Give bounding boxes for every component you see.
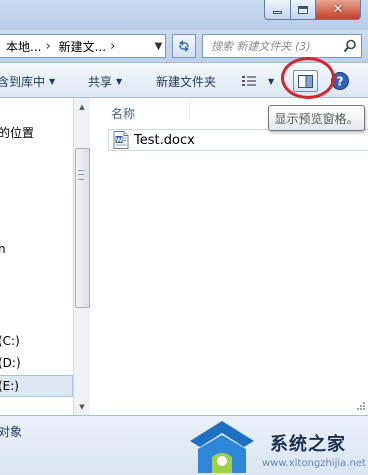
refresh-icon [179,40,189,52]
search-placeholder: 搜索 新建文件夹 (3) [211,40,311,53]
column-divider[interactable] [189,102,190,120]
grip-icon [78,170,84,180]
search-input[interactable]: 搜索 新建文件夹 (3) [202,34,362,58]
address-bar[interactable]: 本地... › 新建文... › ▼ [0,34,166,58]
title-bar: ✕ [0,0,368,30]
change-view-button[interactable]: ▼ [242,63,274,99]
include-in-library-button[interactable]: 含到库中 ▼ [0,63,55,99]
nav-item-drive-c[interactable]: (C:) [0,334,20,348]
watermark-url: www.xitongzhijia.net [262,458,366,469]
preview-pane-button[interactable] [293,70,318,92]
column-header-name[interactable]: 名称 [111,105,135,122]
view-list-icon [242,76,256,86]
new-folder-label: 新建文件夹 [156,74,217,89]
include-in-library-label: 含到库中 [0,74,46,89]
address-row: 本地... › 新建文... › ▼ 搜索 新建文件夹 (3) [0,30,368,62]
share-label: 共享 [88,74,113,89]
maximize-icon [298,5,308,14]
scroll-up-icon[interactable]: ▲ [74,98,90,115]
help-icon: ? [331,72,349,90]
chevron-down-icon: ▼ [116,76,123,86]
resize-grip-icon[interactable] [354,401,366,413]
nav-item-drive-e[interactable]: (E:) [0,379,19,393]
new-folder-button[interactable]: 新建文件夹 [156,63,216,99]
magnifier-icon [343,39,356,53]
item-count-text: 对象 [0,425,23,439]
svg-text:W: W [116,137,123,144]
command-toolbar: 含到库中 ▼ 共享 ▼ 新建文件夹 ▼ ? [0,62,368,98]
minimize-icon [273,10,282,14]
file-list: 名称 W Test.docx [91,98,368,415]
breadcrumb-local-disk[interactable]: 本地... [0,38,43,55]
search-icon[interactable] [341,37,359,55]
close-button[interactable]: ✕ [315,0,361,20]
help-button[interactable]: ? [330,71,350,91]
breadcrumb-new-folder[interactable]: 新建文... [53,38,108,55]
svg-text:?: ? [337,75,344,89]
breadcrumb-separator-icon[interactable]: › [43,39,52,54]
nav-scrollbar[interactable]: ▲ ▼ [73,98,90,415]
preview-pane-icon [298,74,313,88]
share-button[interactable]: 共享 ▼ [88,63,122,99]
address-dropdown-icon[interactable]: ▼ [151,35,166,57]
chevron-down-icon[interactable]: ▼ [268,77,274,86]
minimize-button[interactable] [264,0,291,20]
scroll-down-icon[interactable]: ▼ [74,398,90,415]
nav-item-partial[interactable]: n [0,242,6,256]
nav-item-recent-places[interactable]: 的位置 [0,124,34,141]
chevron-down-icon: ▼ [49,76,56,86]
file-item[interactable]: W Test.docx [108,129,368,151]
nav-item-drive-d[interactable]: (D:) [0,356,21,370]
watermark-logo [190,421,254,473]
preview-pane-tooltip: 显示预览窗格。 [268,105,365,131]
navigation-pane: 的位置 n (C:) (D:) (E:) [0,98,74,415]
word-document-icon: W [113,131,129,149]
breadcrumb-separator-icon[interactable]: › [108,39,117,54]
maximize-button[interactable] [290,0,316,20]
file-name: Test.docx [134,132,195,148]
watermark-brand: 系统之家 [270,434,346,455]
close-icon: ✕ [332,2,344,17]
refresh-button[interactable] [172,34,196,58]
